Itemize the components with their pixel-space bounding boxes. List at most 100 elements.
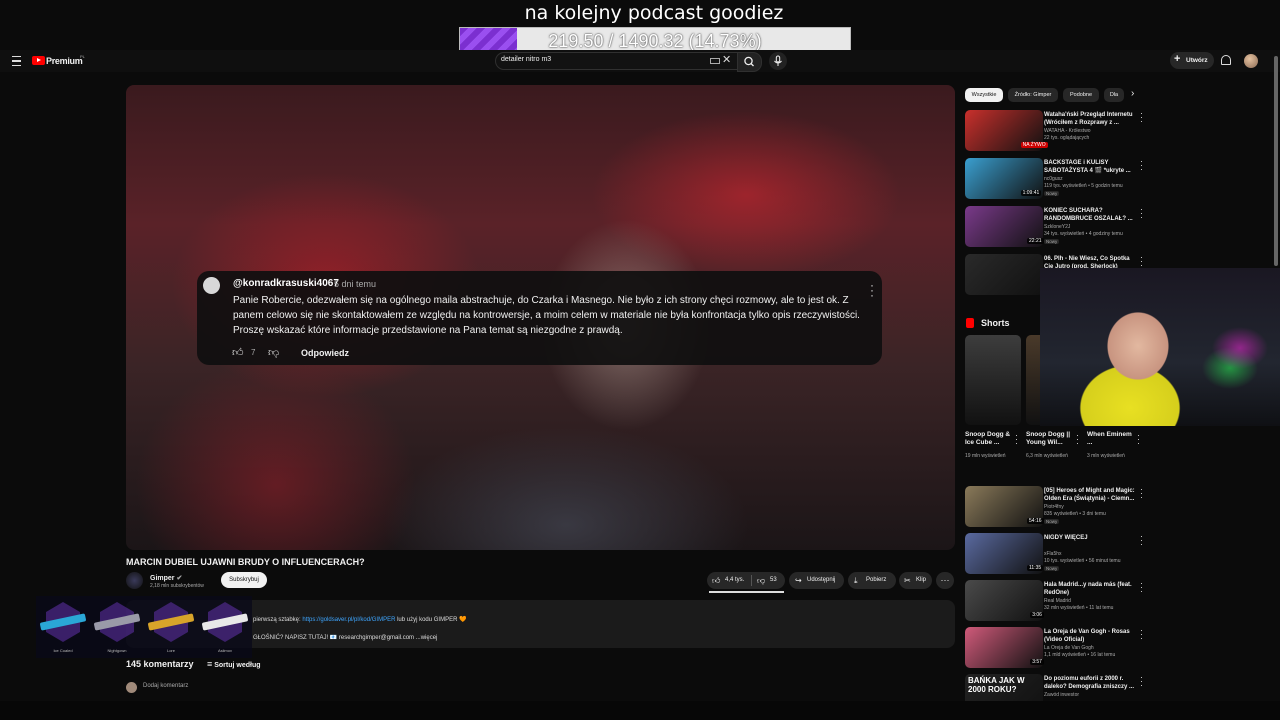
rec-meta: 10 tys. wyświetleń • 56 minut temu [1044, 558, 1121, 564]
more-vert-icon[interactable]: · · · [1140, 626, 1143, 643]
rec-title[interactable]: Hala Madrid...y nada más (feat. RedOne) [1044, 581, 1136, 597]
channel-avatar[interactable] [126, 572, 143, 589]
short-thumbnail[interactable] [965, 335, 1021, 425]
chip-source[interactable]: Źródło: Gimper [1008, 88, 1058, 102]
short-meta: 3 mln wyświetleń [1087, 453, 1125, 459]
search-button[interactable] [737, 52, 762, 72]
channel-name[interactable]: Gimper ✔ [150, 574, 182, 582]
stream-overlay-title: na kolejny podcast goodiez [524, 2, 784, 24]
thumb-up-icon[interactable]: 👍︎ [232, 346, 244, 359]
brand-label[interactable]: Premium [46, 56, 83, 66]
rec-title[interactable]: KONIEC SUCHARA? RANDOMBRUCE OSZALAŁ? ... [1044, 207, 1136, 223]
rec-channel[interactable]: Zawód inwestor [1044, 692, 1079, 699]
like-dislike-pill: 👍︎ 4,4 tys. 👎︎ 53 [707, 572, 785, 589]
new-badge: Nowy [1044, 191, 1060, 196]
desc-link[interactable]: https://goldsaver.pl/pl/kod/GIMPER [302, 617, 395, 623]
more-vert-icon[interactable]: · · · [1140, 157, 1143, 174]
more-vert-icon[interactable]: · · · [1140, 205, 1143, 222]
short-title[interactable]: Snoop Dogg & Ice Cube ... [965, 431, 1013, 447]
share-label: Udostępnij [807, 577, 836, 583]
video-title: MARCIN DUBIEL UJAWNI BRUDY O INFLUENCERA… [126, 557, 365, 567]
description-line: GŁOŚNIĆ? NAPISZ TUTAJ! 📧 researchgimper@… [253, 634, 437, 641]
comment-text: Panie Robercie, odezwałem się na ogólneg… [233, 295, 860, 336]
create-button[interactable]: + Utwórz [1170, 52, 1214, 69]
more-vert-icon[interactable]: · · · [1076, 431, 1079, 448]
skin-card: Lore [144, 596, 198, 658]
more-vert-icon[interactable]: · · · [1140, 485, 1143, 502]
dislike-count[interactable]: 53 [770, 572, 777, 589]
rec-title[interactable]: Do poziomu euforii z 2000 r. daleko? Dem… [1044, 675, 1136, 691]
search-input-value[interactable]: detailer nitro m3 [501, 56, 551, 63]
comments-count: 145 komentarzy [126, 659, 194, 669]
rec-channel[interactable]: SzkloneY2J [1044, 224, 1070, 231]
mic-icon [774, 55, 782, 66]
more-actions-icon[interactable]: ··· [936, 572, 954, 589]
show-more-link[interactable]: ...więcej [416, 635, 438, 641]
bell-icon[interactable] [1221, 55, 1231, 65]
rec-title[interactable]: La Oreja de Van Gogh - Rosas (Video Ofic… [1044, 628, 1136, 644]
download-icon: ⤓ [854, 576, 858, 585]
avatar[interactable] [1244, 54, 1258, 68]
rec-thumbnail[interactable] [965, 254, 1043, 295]
add-comment-input[interactable]: Dodaj komentarz [143, 683, 188, 689]
like-indicator [709, 591, 784, 593]
shorts-heading: Shorts [981, 318, 1010, 328]
skin-label: Lore [166, 648, 175, 653]
short-title[interactable]: When Eminem ... [1087, 431, 1135, 447]
new-badge: Nowy [1044, 566, 1060, 571]
more-vert-icon[interactable]: · · · [1140, 532, 1143, 549]
comment-avatar[interactable] [203, 277, 220, 294]
scissors-icon: ✂ [904, 576, 911, 585]
rec-title[interactable]: [05] Heroes of Might and Magic: Olden Er… [1044, 487, 1136, 503]
chip-for-you[interactable]: Dla [1104, 88, 1124, 102]
duration-badge: 22:21 [1027, 238, 1044, 244]
like-count[interactable]: 4,4 tys. [725, 572, 744, 589]
menu-icon[interactable] [12, 56, 21, 66]
thumb-down-icon[interactable]: 👎︎ [757, 572, 765, 589]
channel-name-text[interactable]: Gimper [150, 575, 175, 582]
short-title[interactable]: Snoop Dogg || Young Wil... [1026, 431, 1074, 447]
shorts-icon [966, 318, 974, 328]
live-badge: NA ŻYWO [1020, 142, 1048, 148]
skin-card: Ice Coaled [36, 596, 90, 658]
download-button[interactable]: ⤓ Pobierz [848, 572, 896, 589]
thumb-up-icon[interactable]: 👍︎ [712, 572, 720, 589]
comment-time[interactable]: 5 dni temu [334, 279, 376, 289]
rec-channel[interactable]: nc0gusz [1044, 176, 1063, 183]
more-vert-icon[interactable]: · · · [1015, 431, 1018, 448]
comment-author[interactable]: @konradkrasuski4067 [233, 278, 339, 289]
bottom-bar [0, 701, 1280, 720]
subscriber-count: 2,18 mln subskrybentów [150, 583, 204, 589]
rec-title[interactable]: BACKSTAGE i KULISY SABOTAŻYSTA 4 🎬 *ukry… [1044, 159, 1136, 175]
rec-channel[interactable]: xFla5hx [1044, 551, 1062, 558]
voice-search-button[interactable] [769, 52, 787, 70]
more-vert-icon[interactable]: · · · [1140, 109, 1143, 126]
clear-icon[interactable]: ✕ [722, 53, 731, 66]
short-meta: 19 mln wyświetleń [965, 453, 1006, 459]
chip-related[interactable]: Podobne [1063, 88, 1099, 102]
more-vert-icon[interactable]: · · · [1140, 673, 1143, 690]
more-vert-icon[interactable]: · · · [870, 279, 874, 301]
more-vert-icon[interactable]: · · · [1140, 253, 1143, 270]
more-vert-icon[interactable]: · · · [1137, 431, 1140, 448]
rec-title[interactable]: NIGDY WIĘCEJ [1044, 534, 1136, 542]
rec-channel[interactable]: Real Madrid [1044, 598, 1071, 605]
thumb-down-icon[interactable]: 👎︎ [268, 346, 279, 359]
chip-all[interactable]: Wszystkie [965, 88, 1003, 102]
reply-button[interactable]: Odpowiedz [301, 348, 349, 358]
clip-button[interactable]: ✂ Klip [899, 572, 932, 589]
rec-title[interactable]: Wataha'ński Przegląd Internetu (Wróciłem… [1044, 111, 1136, 127]
scrollbar[interactable] [1274, 56, 1278, 266]
keyboard-icon[interactable] [710, 58, 720, 64]
rec-channel[interactable]: Piotr4fny [1044, 504, 1064, 511]
more-vert-icon[interactable]: · · · [1140, 579, 1143, 596]
rec-channel[interactable]: WATAHA - Królestwo [1044, 128, 1091, 135]
sort-button[interactable]: ≡ Sortuj według [207, 659, 261, 669]
skins-overlay: Ice Coaled Nightgown Lore Asiimov [36, 596, 252, 658]
description-line: pierwszą sztabkę: https://goldsaver.pl/p… [253, 616, 467, 623]
share-button[interactable]: ↪ Udostępnij [789, 572, 844, 589]
rec-channel[interactable]: La Oreja de Van Gogh [1044, 645, 1094, 652]
youtube-logo-icon[interactable] [32, 56, 45, 65]
chevron-right-icon[interactable]: › [1131, 88, 1134, 99]
subscribe-button[interactable]: Subskrybuj [221, 572, 267, 588]
